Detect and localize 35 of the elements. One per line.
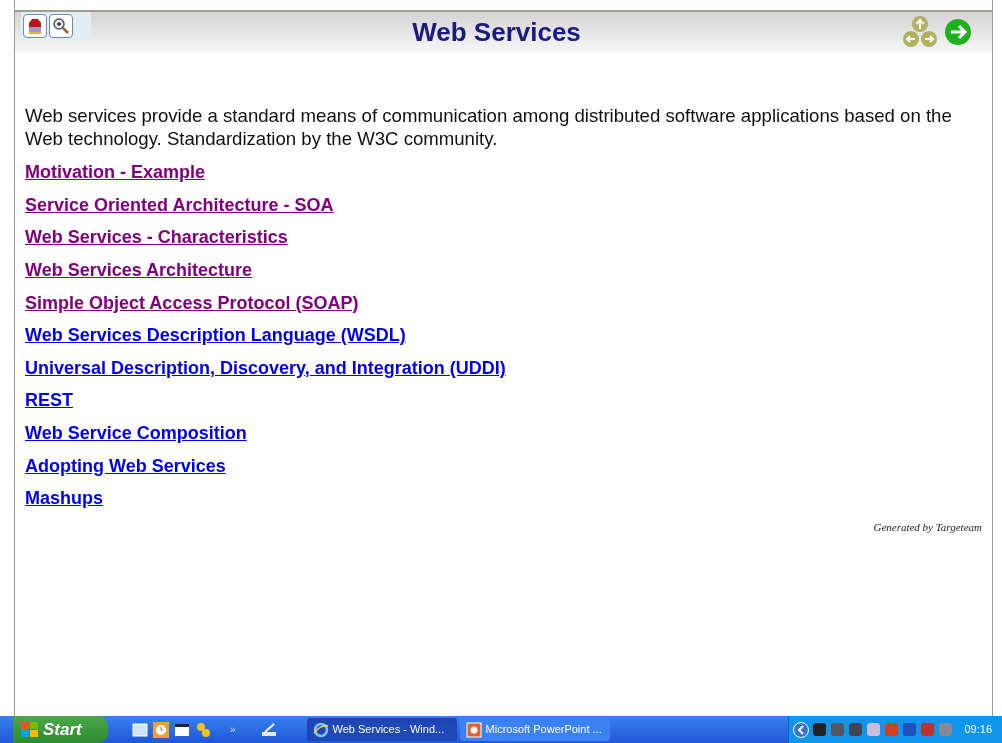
zoom-button[interactable] [49,14,73,38]
topic-link[interactable]: Web Service Composition [25,422,247,445]
page-title: Web Services [412,15,581,49]
pen-icon[interactable] [260,721,277,738]
topic-link[interactable]: Service Oriented Architecture - SOA [25,193,334,216]
taskbar-button[interactable]: Microsoft PowerPoint ... [459,718,610,741]
clock-icon[interactable] [153,721,169,738]
home-button[interactable] [23,14,47,38]
taskbar-button[interactable]: Web Services - Wind... [306,718,457,741]
zoom-icon [52,17,70,35]
topic-link[interactable]: REST [25,389,73,412]
navigation-arrows-icon[interactable] [902,15,938,49]
topic-link[interactable]: Web Services Description Language (WSDL) [25,324,406,347]
tray-icon[interactable] [812,722,828,737]
generator-credit: Generated by Targeteam [873,519,982,535]
topic-link[interactable]: Adopting Web Services [25,454,226,477]
more-chevron[interactable]: » [230,722,236,737]
topic-link[interactable]: Web Services - Characteristics [25,226,288,249]
topic-link[interactable]: Web Services Architecture [25,259,253,282]
windows-logo-icon [21,721,39,738]
presentation-icon [465,721,482,738]
intro-paragraph: Web services provide a standard means of communication among distributed software applications based on the Web technology. Standardization by the W3C community. [25,104,953,150]
clock: 09:16 [964,722,992,738]
globe-icon [312,721,329,738]
start-button[interactable]: Start [13,716,108,743]
tray-icon[interactable] [848,722,864,737]
window-icon[interactable] [174,721,190,738]
desktop-icon[interactable] [132,721,148,738]
topic-link[interactable]: Simple Object Access Protocol (SOAP) [25,291,359,314]
topic-link[interactable]: Universal Description, Discovery, and Integration (UDDI) [25,356,506,379]
tray-icon[interactable] [902,722,918,737]
tray-icon[interactable] [830,722,846,737]
expand-tray-icon[interactable] [793,721,810,738]
topic-link[interactable]: Mashups [25,487,103,510]
topic-link[interactable]: Motivation - Example [25,161,206,184]
